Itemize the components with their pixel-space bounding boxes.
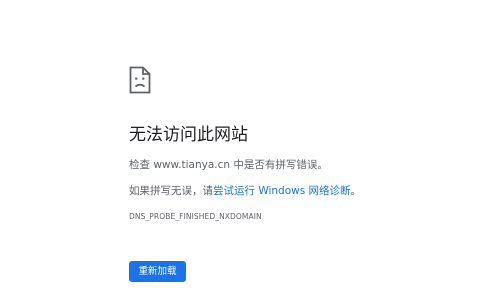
detail-prefix: 检查 — [129, 159, 154, 171]
network-diagnostics-link[interactable]: 尝试运行 Windows 网络诊断 — [213, 185, 351, 197]
error-code: DNS_PROBE_FINISHED_NXDOMAIN — [129, 212, 262, 221]
sad-page-icon — [129, 66, 151, 94]
reload-button[interactable]: 重新加载 — [129, 261, 186, 282]
suggest-prefix: 如果拼写无误，请 — [129, 185, 213, 197]
site-url: www.tianya.cn — [153, 159, 231, 171]
page-title: 无法访问此网站 — [129, 125, 248, 145]
spelling-check-message: 检查 www.tianya.cn 中是否有拼写错误。 — [129, 158, 328, 172]
detail-suffix: 中是否有拼写错误。 — [230, 159, 328, 171]
suggest-suffix: 。 — [350, 185, 362, 197]
error-page: 无法访问此网站 检查 www.tianya.cn 中是否有拼写错误。 如果拼写无… — [129, 0, 469, 300]
suggestion-message: 如果拼写无误，请尝试运行 Windows 网络诊断。 — [129, 184, 361, 198]
